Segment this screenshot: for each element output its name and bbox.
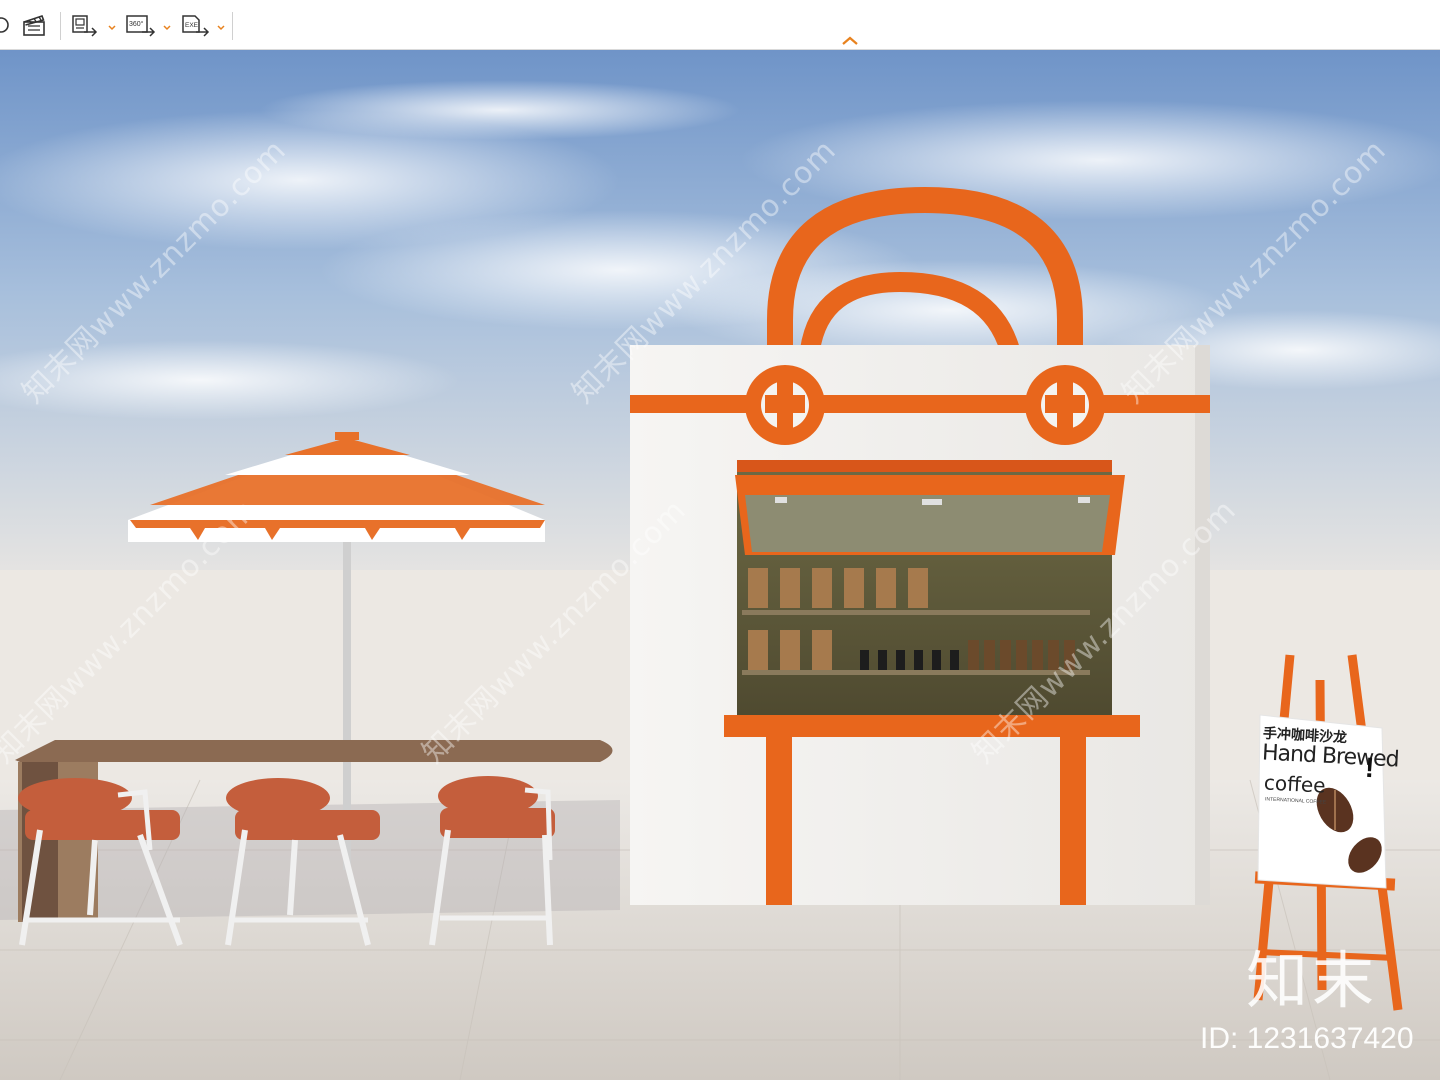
window-edge: [0, 0, 10, 6]
image-id: ID: 1231637420: [1200, 1022, 1414, 1055]
toolbar: 360° EXE: [0, 0, 1440, 50]
export-exe-icon[interactable]: EXE: [180, 10, 212, 40]
export-image-icon[interactable]: [70, 10, 100, 40]
scene-render: [0, 50, 1440, 1080]
svg-text:360°: 360°: [129, 20, 144, 28]
export-360-icon[interactable]: 360°: [124, 10, 158, 40]
sign-line-coffee: coffee: [1263, 770, 1327, 798]
chevron-down-icon[interactable]: [107, 20, 117, 31]
chevron-up-icon[interactable]: [840, 34, 860, 48]
toolbar-separator: [232, 12, 233, 40]
render-viewport[interactable]: 手冲咖啡沙龙 Hand Brewed coffee INTERNATIONAL …: [0, 50, 1440, 1080]
toolbar-separator: [60, 12, 61, 40]
sign-exclamation: !: [1364, 751, 1376, 784]
chevron-down-icon[interactable]: [216, 20, 226, 31]
chevron-down-icon[interactable]: [162, 20, 172, 31]
toolbar-partial-button[interactable]: [0, 10, 12, 40]
svg-text:EXE: EXE: [185, 22, 199, 29]
brand-logo: 知末: [1246, 944, 1379, 1017]
clapperboard-icon[interactable]: [20, 10, 48, 40]
